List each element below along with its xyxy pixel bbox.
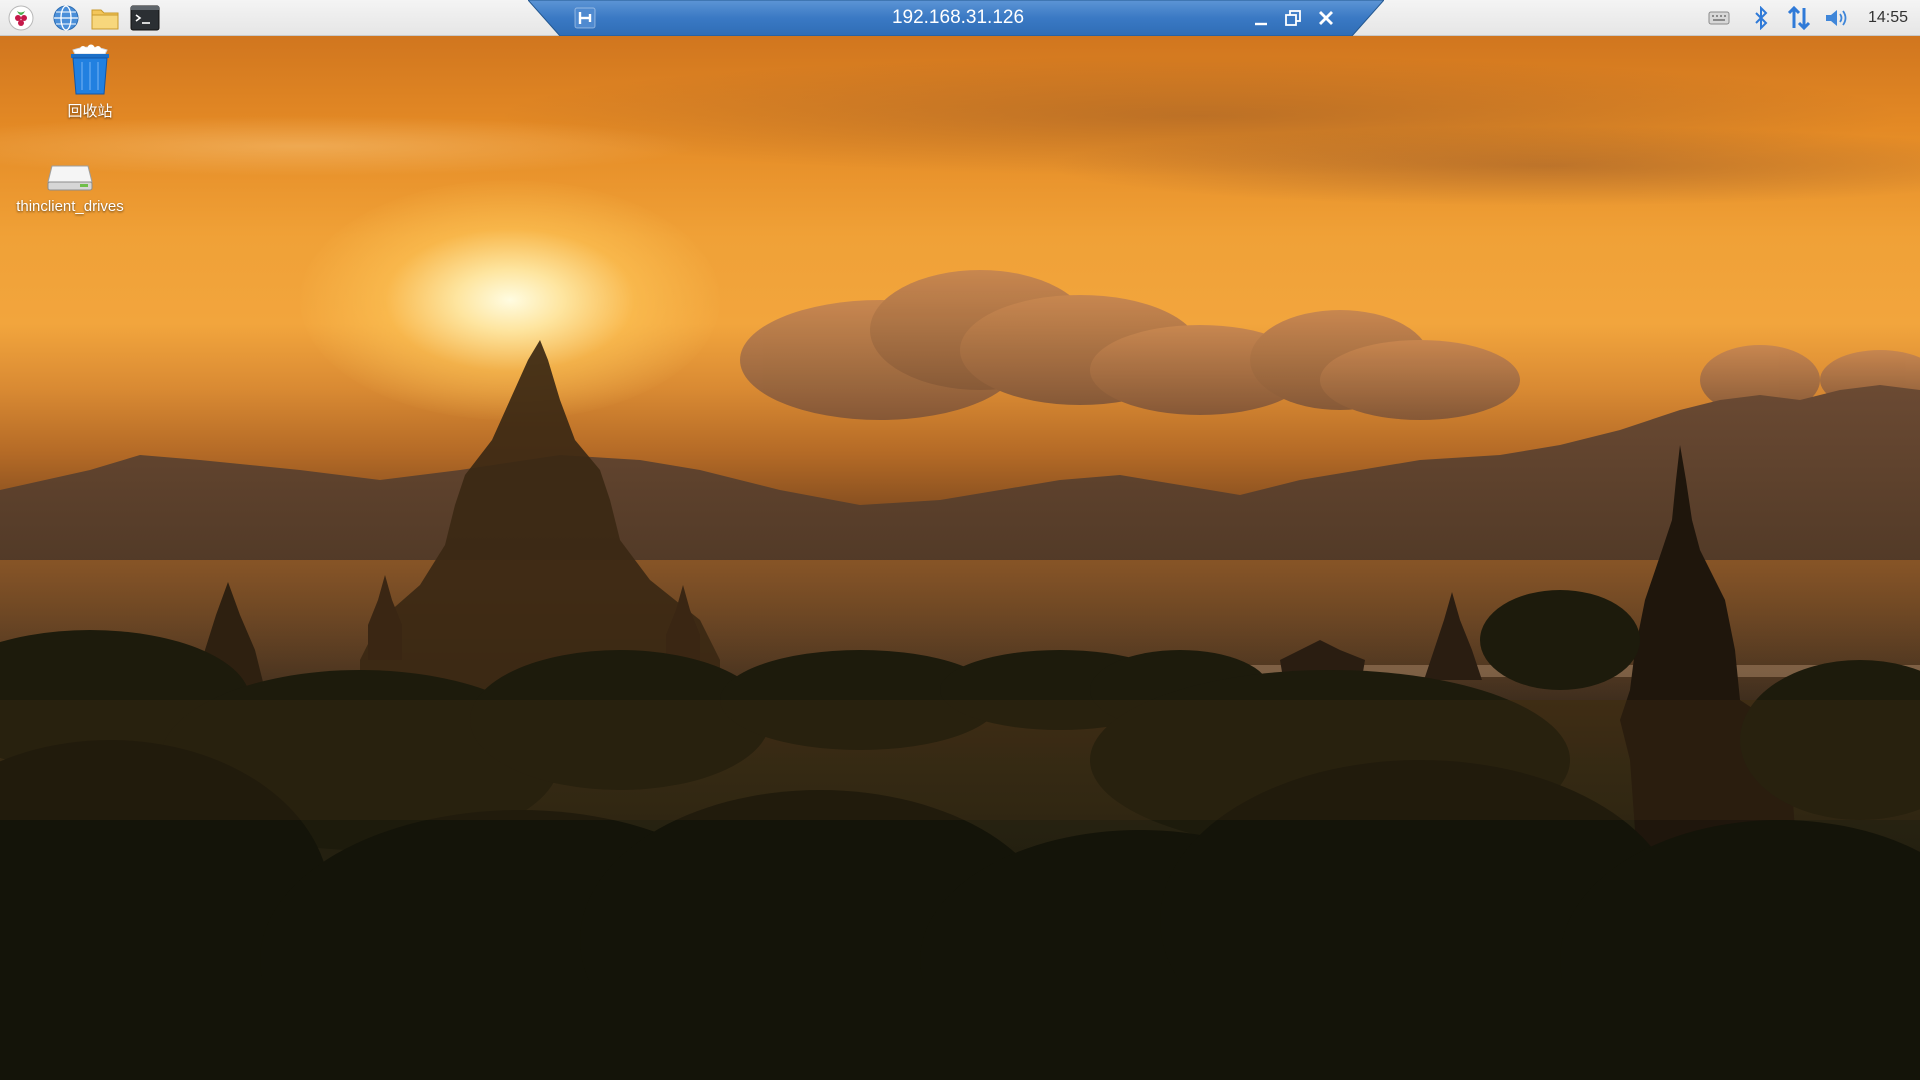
close-icon[interactable] [1313, 6, 1339, 30]
minimize-icon[interactable] [1248, 6, 1274, 30]
drive-icon [47, 165, 93, 191]
network-icon[interactable] [1786, 5, 1812, 31]
desktop-icon-label: thinclient_drives [16, 198, 124, 215]
keyboard-icon[interactable] [1706, 5, 1732, 31]
volume-icon[interactable] [1824, 5, 1850, 31]
restore-icon[interactable] [1280, 6, 1306, 30]
trash-icon [71, 44, 109, 95]
remote-session-bar[interactable]: 192.168.31.126 [528, 0, 1384, 36]
clock[interactable]: 14:55 [1860, 8, 1916, 28]
desktop-icon-trash[interactable]: 回收站 [48, 44, 132, 121]
web-browser-icon[interactable] [51, 3, 81, 33]
file-manager-icon[interactable] [90, 3, 120, 33]
desktop-wallpaper [0, 0, 1920, 1080]
pin-icon[interactable] [572, 6, 598, 30]
raspberry-menu-icon[interactable] [6, 3, 36, 33]
terminal-icon[interactable] [130, 3, 160, 33]
bluetooth-icon[interactable] [1748, 5, 1774, 31]
remote-session-title: 192.168.31.126 [891, 7, 1025, 28]
desktop-icon-thinclient-drives[interactable]: thinclient_drives [4, 160, 136, 215]
ground-haze [0, 700, 1920, 820]
wallpaper-scenery [0, 270, 1920, 1080]
desktop-icon-label: 回收站 [67, 103, 113, 120]
